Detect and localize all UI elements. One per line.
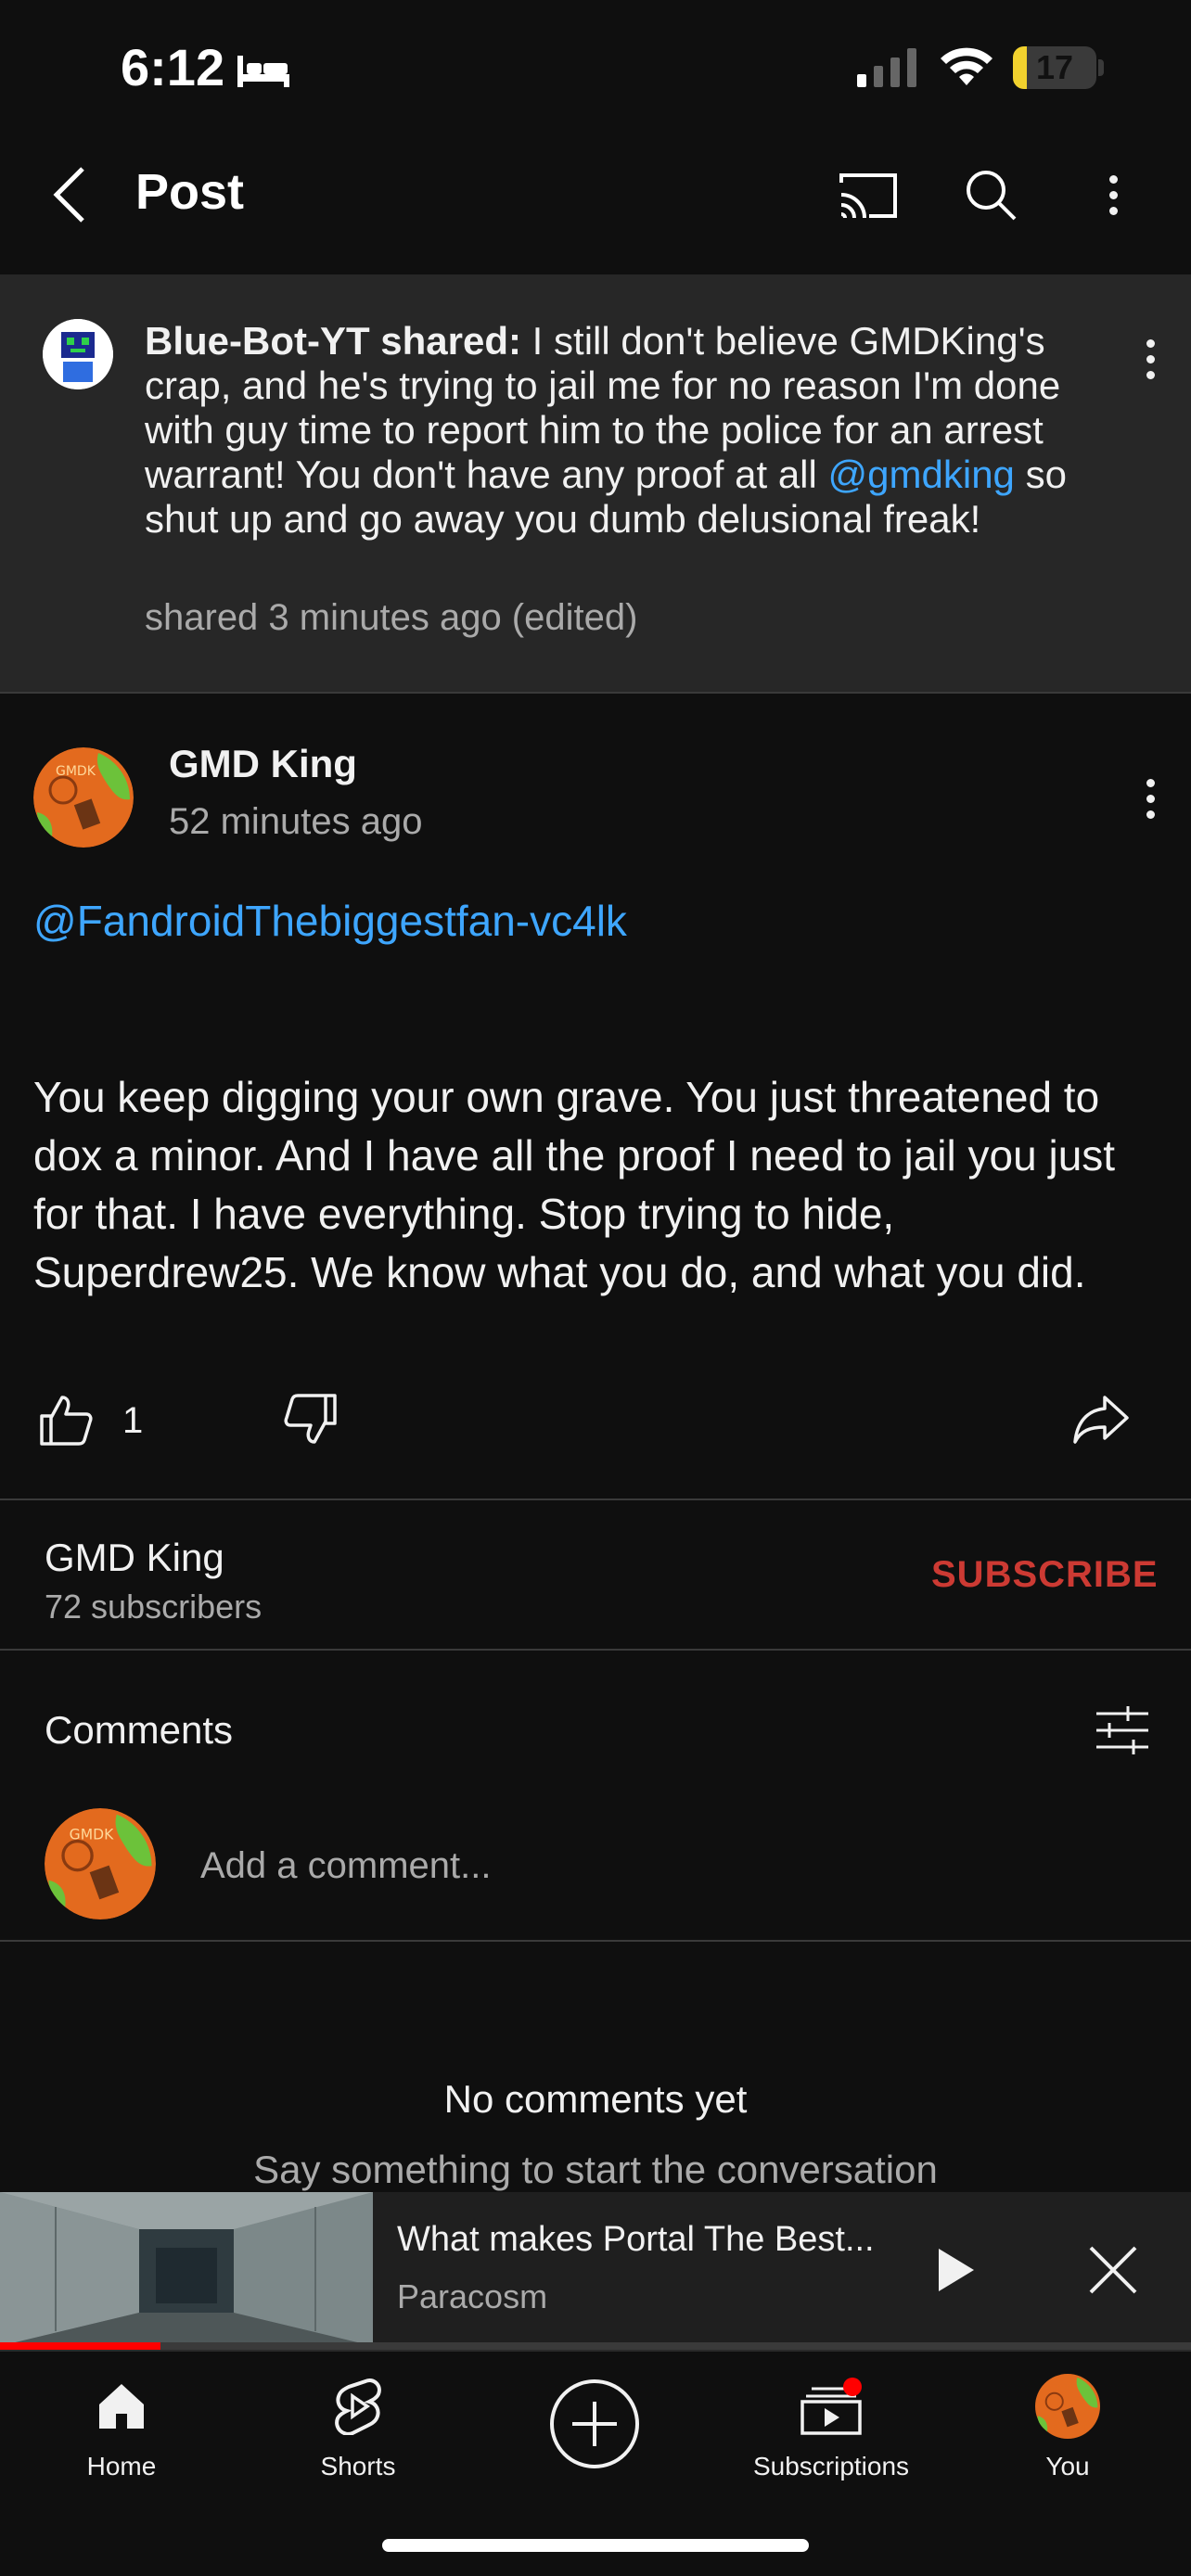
share-arrow-icon [1073, 1396, 1129, 1444]
robot-avatar-icon [43, 319, 113, 389]
empty-comments-title: No comments yet [443, 2077, 748, 2121]
nav-home[interactable]: Home [29, 2365, 214, 2504]
playback-progress-bar [0, 2342, 1191, 2350]
video-thumbnail[interactable] [0, 2192, 373, 2346]
thumbs-down-icon [284, 1394, 337, 1444]
avatar [1035, 2374, 1100, 2439]
nav-subscriptions-label: Subscriptions [752, 2452, 910, 2480]
cast-button[interactable] [831, 159, 905, 230]
battery-percent: 17 [1035, 48, 1074, 86]
cellular-signal-icon [857, 48, 916, 87]
create-icon [550, 2379, 639, 2468]
post-body: You keep digging your own grave. You jus… [33, 1073, 1116, 1296]
add-comment-input[interactable]: Add a comment... [200, 1845, 491, 1887]
nav-subscriptions[interactable]: Subscriptions [738, 2365, 924, 2504]
mini-player-title[interactable]: What makes Portal The Best... [397, 2220, 879, 2260]
shorts-icon [335, 2378, 381, 2435]
playback-progress-fill [0, 2342, 161, 2350]
home-icon [99, 2384, 144, 2429]
page-title: Post [135, 164, 245, 220]
status-time: 6:12 [121, 38, 225, 96]
post-author-avatar[interactable]: GMDK [33, 747, 134, 848]
avatar[interactable] [43, 319, 113, 389]
post-mention-link[interactable]: @FandroidThebiggestfan-vc4lk [33, 896, 627, 946]
cast-icon [839, 173, 897, 219]
current-user-avatar: GMDK [45, 1808, 156, 1919]
back-button[interactable] [37, 158, 102, 232]
nav-you[interactable]: You [975, 2365, 1160, 2504]
shared-post-more-button[interactable] [1132, 326, 1169, 391]
shared-post-card: Blue-Bot-YT shared: I still don't believ… [0, 274, 1191, 694]
shared-post-meta: shared 3 minutes ago (edited) [145, 597, 638, 638]
more-options-button[interactable] [1085, 159, 1141, 230]
battery-indicator: 17 [1013, 46, 1096, 89]
divider [0, 1649, 1191, 1651]
subscriptions-icon [800, 2378, 862, 2435]
play-icon [939, 2249, 974, 2291]
gmd-king-avatar-icon: GMDK [45, 1808, 156, 1919]
comments-sort-button[interactable] [1093, 1701, 1152, 1760]
divider [0, 1498, 1191, 1500]
search-button[interactable] [954, 159, 1028, 230]
like-count: 1 [122, 1400, 144, 1441]
post-timestamp: 52 minutes ago [169, 801, 423, 842]
post-author-name[interactable]: GMD King [169, 742, 357, 786]
play-button[interactable] [918, 2233, 992, 2307]
dislike-button[interactable] [278, 1387, 343, 1452]
nav-you-label: You [1045, 2452, 1090, 2480]
svg-text:GMDK: GMDK [70, 1826, 114, 1843]
filter-sliders-icon [1096, 1706, 1148, 1754]
shared-post-author[interactable]: Blue-Bot-YT shared: [145, 319, 521, 363]
comments-heading: Comments [45, 1708, 234, 1752]
like-button[interactable] [33, 1387, 98, 1452]
status-bar: 6:12 17 [0, 0, 1191, 139]
close-mini-player-button[interactable] [1076, 2233, 1150, 2307]
divider [0, 1940, 1191, 1942]
nav-create[interactable] [502, 2365, 687, 2504]
nav-shorts[interactable]: Shorts [265, 2365, 451, 2504]
chevron-left-icon [53, 167, 84, 223]
search-icon [967, 171, 1017, 221]
top-app-bar: Post [0, 139, 1191, 274]
wifi-icon [941, 47, 992, 85]
mini-player[interactable]: What makes Portal The Best... Paracosm [0, 2192, 1191, 2350]
sleep-focus-icon [237, 56, 289, 87]
mini-player-channel: Paracosm [397, 2277, 548, 2315]
battery-tip [1098, 59, 1104, 76]
empty-comments-subtitle: Say something to start the conversation [253, 2148, 938, 2191]
home-indicator [382, 2539, 809, 2552]
mention-link[interactable]: @gmdking [828, 453, 1015, 496]
post-more-button[interactable] [1132, 766, 1169, 831]
corridor-thumbnail-image [0, 2192, 373, 2346]
thumbs-up-icon [40, 1396, 93, 1446]
nav-shorts-label: Shorts [320, 2452, 396, 2480]
subscribe-button[interactable]: SUBSCRIBE [931, 1554, 1159, 1596]
subscriber-count: 72 subscribers [45, 1588, 263, 1626]
gmd-king-avatar-icon: GMDK [33, 747, 134, 848]
close-icon [1089, 2246, 1137, 2294]
svg-text:GMDK: GMDK [56, 764, 96, 779]
channel-name[interactable]: GMD King [45, 1536, 224, 1580]
share-button[interactable] [1069, 1387, 1133, 1452]
shared-post-text: Blue-Bot-YT shared: I still don't believ… [145, 319, 1082, 542]
nav-home-label: Home [86, 2452, 157, 2480]
